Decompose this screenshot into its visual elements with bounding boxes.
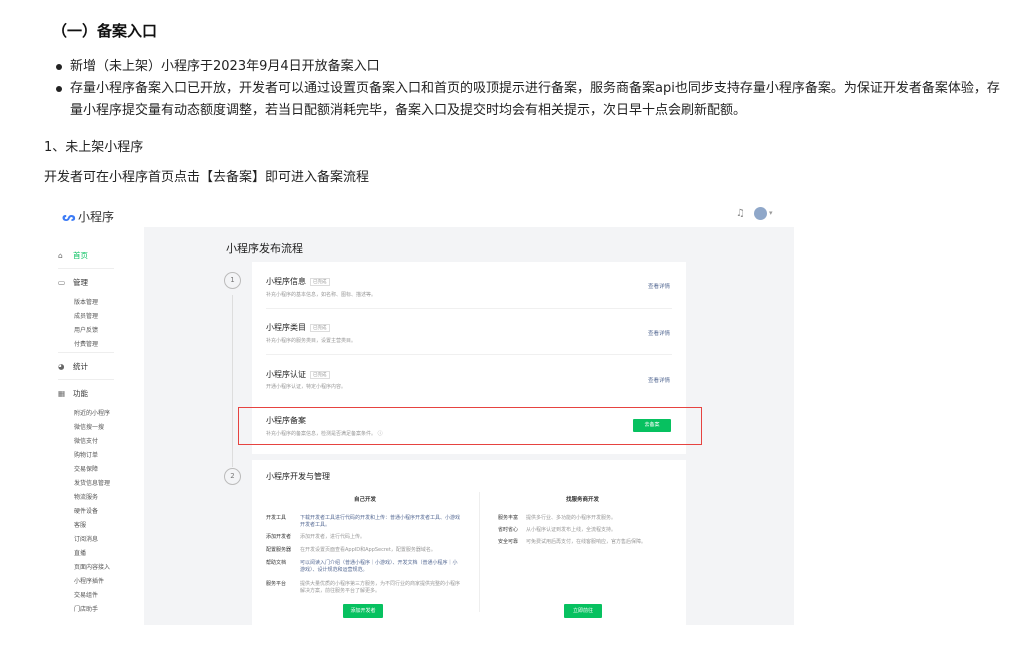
row-title: 小程序类目 已完成 bbox=[266, 322, 330, 333]
info-row: 帮助文档 可以阅读入门介绍（普通小程序｜小游戏）、开发文档（普通小程序｜小游戏）、… bbox=[266, 560, 458, 573]
filing-title: 小程序备案 bbox=[266, 416, 306, 425]
avatar[interactable] bbox=[754, 207, 767, 220]
status-badge: 已完成 bbox=[310, 370, 330, 379]
sidebar-subitem[interactable]: 直播 bbox=[74, 548, 86, 557]
publish-steps-card: 小程序信息 已完成 补充小程序的基本信息，如名称、图标、描述等。 查看详情 小程序… bbox=[238, 262, 702, 454]
sidebar-subitem[interactable]: 物流服务 bbox=[74, 492, 98, 501]
app-title: 小程序 bbox=[78, 210, 115, 224]
divider bbox=[58, 352, 114, 353]
top-bar: ᔕ 小程序 ♫ ▾ bbox=[44, 200, 794, 227]
embedded-screenshot: ᔕ 小程序 ♫ ▾ ⌂ 首页 ▭ 管理 版本管理 成员管理 用户反馈 付费管理 ◕ 统计… bbox=[44, 200, 794, 625]
view-details-link[interactable]: 查看详情 bbox=[648, 329, 670, 337]
sidebar-item-home[interactable]: ⌂ 首页 bbox=[58, 250, 88, 261]
add-developer-button[interactable]: 添加开发者 bbox=[343, 604, 383, 618]
sidebar-subitem[interactable]: 交易组件 bbox=[74, 590, 98, 599]
sidebar-subitem[interactable]: 硬件设备 bbox=[74, 506, 98, 515]
row-title: 小程序信息 已完成 bbox=[266, 276, 330, 287]
sidebar-subitem[interactable]: 小程序插件 bbox=[74, 576, 104, 585]
info-row: 安全可靠 可免费试用后再支付，在线客服响应，官方售后保障。 bbox=[498, 539, 647, 545]
sidebar-subitem[interactable]: 版本管理 bbox=[74, 297, 98, 306]
home-icon: ⌂ bbox=[58, 251, 63, 260]
divider bbox=[58, 379, 114, 380]
bullet-item: 存量小程序备案入口已开放，开发者可以通过设置页备案入口和首页的吸顶提示进行备案，… bbox=[52, 78, 1007, 122]
sidebar-subitem[interactable]: 成员管理 bbox=[74, 311, 98, 320]
chevron-down-icon[interactable]: ▾ bbox=[769, 209, 773, 217]
view-details-link[interactable]: 查看详情 bbox=[648, 282, 670, 290]
info-row: 省时省心 从小程序认证到发布上线，全流程支持。 bbox=[498, 527, 617, 533]
info-row: 服务丰富 提供多行业、多功能的小程序开发服务。 bbox=[498, 515, 617, 521]
sidebar-item-stats[interactable]: ◕ 统计 bbox=[58, 361, 88, 372]
subsection-title: 1、未上架小程序 bbox=[44, 140, 144, 155]
sidebar-subitem[interactable]: 订阅消息 bbox=[74, 534, 98, 543]
sidebar-item-manage[interactable]: ▭ 管理 bbox=[58, 277, 88, 288]
sidebar-subitem[interactable]: 发货信息管理 bbox=[74, 478, 110, 487]
step-connector bbox=[232, 295, 233, 467]
sidebar-subitem[interactable]: 附近的小程序 bbox=[74, 408, 110, 417]
sidebar-subitem[interactable]: 客服 bbox=[74, 520, 86, 529]
info-row: 服务平台 提供大量优质的小程序第三方服务，为不同行业的商家提供完整的小程序解决方案… bbox=[266, 581, 461, 594]
divider bbox=[266, 354, 672, 355]
filing-desc: 补充小程序的备案信息，检测是否满足备案条件。 ⓘ bbox=[266, 431, 383, 437]
info-row: 开发工具 下载开发者工具进行代码的开发和上传：普通小程序开发者工具、小游戏开发者工… bbox=[266, 515, 461, 528]
bullet-item: 新增（未上架）小程序于2023年9月4日开放备案入口 bbox=[52, 56, 1007, 78]
step-number: 2 bbox=[224, 468, 241, 485]
app-logo[interactable]: ᔕ 小程序 bbox=[62, 208, 114, 225]
go-filing-button[interactable]: 去备案 bbox=[633, 419, 671, 432]
divider bbox=[58, 268, 114, 269]
bullet-list: 新增（未上架）小程序于2023年9月4日开放备案入口 存量小程序备案入口已开放，… bbox=[52, 56, 1007, 122]
info-row: 添加开发者 添加开发者，进行代码上传。 bbox=[266, 534, 366, 540]
sidebar: ⌂ 首页 ▭ 管理 版本管理 成员管理 用户反馈 付费管理 ◕ 统计 ▦ 功能 附近的小… bbox=[44, 227, 144, 625]
sidebar-subitem[interactable]: 微信搜一搜 bbox=[74, 422, 104, 431]
stats-icon: ◕ bbox=[58, 362, 65, 371]
sidebar-subitem[interactable]: 用户反馈 bbox=[74, 325, 98, 334]
card-title: 小程序开发与管理 bbox=[266, 472, 330, 481]
column-heading: 自己开发 bbox=[354, 497, 377, 503]
row-desc: 补充小程序的服务类目，设置主营类目。 bbox=[266, 338, 357, 344]
info-row: 配置服务器 在开发设置页面查看AppID和AppSecret，配置服务器域名。 bbox=[266, 547, 436, 553]
sidebar-subitem[interactable]: 购物订单 bbox=[74, 450, 98, 459]
step-number: 1 bbox=[224, 272, 241, 289]
row-desc: 补充小程序的基本信息，如名称、图标、描述等。 bbox=[266, 292, 377, 298]
divider bbox=[266, 308, 672, 309]
sidebar-subitem[interactable]: 交易保障 bbox=[74, 464, 98, 473]
paragraph: 开发者可在小程序首页点击【去备案】即可进入备案流程 bbox=[44, 170, 370, 185]
manage-icon: ▭ bbox=[58, 278, 66, 287]
row-title: 小程序认证 已完成 bbox=[266, 369, 330, 380]
sidebar-subitem[interactable]: 微信支付 bbox=[74, 436, 98, 445]
page-title: 小程序发布流程 bbox=[226, 242, 303, 255]
divider bbox=[479, 492, 480, 612]
grid-icon: ▦ bbox=[58, 389, 66, 398]
dev-manage-card: 小程序开发与管理 自己开发 找服务商开发 开发工具 下载开发者工具进行代码的开发和… bbox=[252, 460, 686, 625]
status-badge: 已完成 bbox=[310, 323, 330, 332]
column-heading: 找服务商开发 bbox=[566, 497, 600, 503]
sidebar-subitem[interactable]: 付费管理 bbox=[74, 339, 98, 348]
view-details-link[interactable]: 查看详情 bbox=[648, 376, 670, 384]
status-badge: 已完成 bbox=[310, 277, 330, 286]
bell-icon[interactable]: ♫ bbox=[736, 208, 745, 219]
row-desc: 开通小程序认证，特定小程序内容。 bbox=[266, 384, 347, 390]
sidebar-item-features[interactable]: ▦ 功能 bbox=[58, 388, 88, 399]
sidebar-subitem[interactable]: 门店助手 bbox=[74, 604, 98, 613]
go-now-button[interactable]: 立即前往 bbox=[564, 604, 602, 618]
section-heading: （一）备案入口 bbox=[52, 22, 158, 40]
miniprogram-logo-icon: ᔕ bbox=[62, 210, 76, 224]
sidebar-subitem[interactable]: 页面内容接入 bbox=[74, 562, 110, 571]
